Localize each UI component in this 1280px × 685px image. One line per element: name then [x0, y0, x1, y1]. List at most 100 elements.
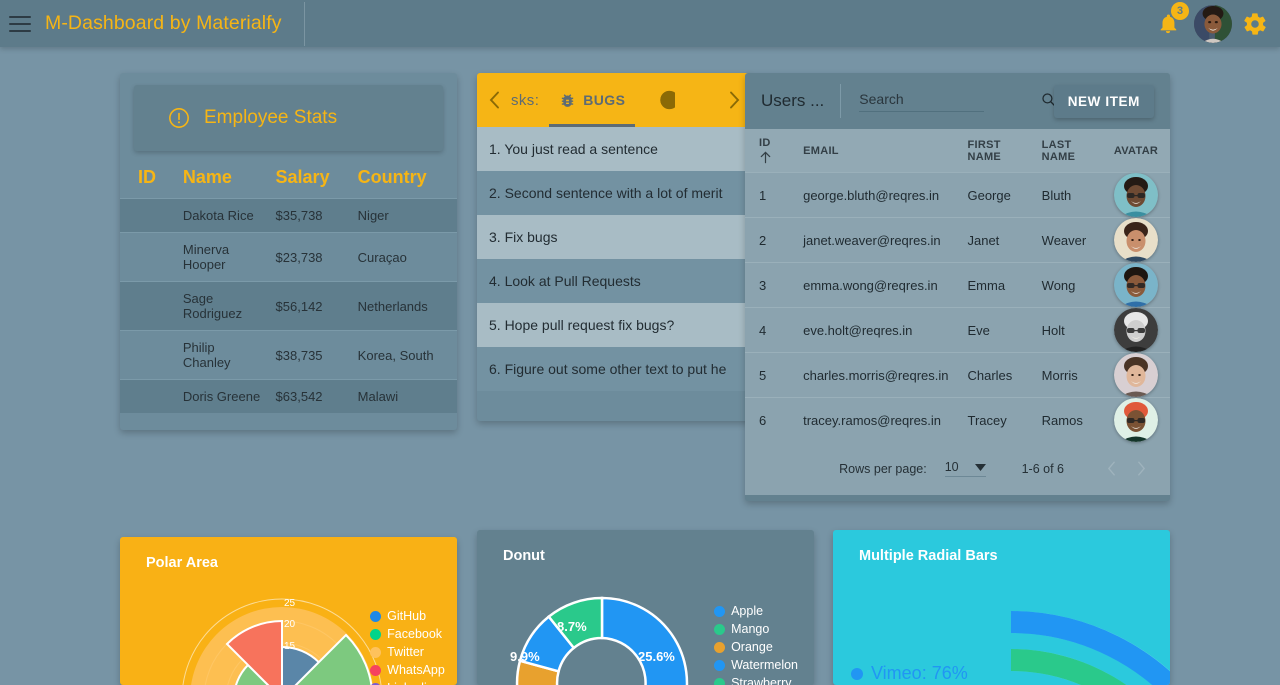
table-row[interactable]: Dakota Rice $35,738 Niger	[120, 198, 457, 233]
polar-legend-label: GitHub	[387, 609, 427, 623]
list-item[interactable]: 6. Figure out some other text to put he	[477, 347, 751, 391]
avatar-image	[1113, 173, 1158, 217]
avatar[interactable]	[1113, 353, 1158, 397]
legend-color-dot	[370, 646, 382, 658]
tab-tasks-label: sks:	[511, 91, 540, 109]
donut-label-watermelon: 9.9%	[510, 649, 540, 664]
user-cell-email: eve.holt@reqres.in	[791, 307, 962, 353]
polar-legend-label: Linkedin	[387, 681, 434, 685]
user-cell-first-name: Janet	[961, 217, 1036, 263]
tab-bugs[interactable]: BUGS	[549, 73, 636, 127]
employee-col-name[interactable]: Name	[177, 163, 270, 199]
donut-card: Donut 25.6% 23.8% 9.9% 8.7% Apple Mango Or…	[477, 530, 814, 685]
polar-legend-label: Facebook	[387, 627, 443, 641]
pagination-range: 1-6 of 6	[1021, 461, 1064, 476]
avatar-image	[1113, 353, 1158, 397]
polar-area-legend: GitHubFacebookTwitterWhatsAppLinkedinMes…	[370, 607, 449, 685]
avatar[interactable]	[1194, 4, 1232, 43]
table-row[interactable]: Doris Greene $63,542 Malawi	[120, 379, 457, 413]
table-row[interactable]: 3 emma.wong@reqres.in Emma Wong	[745, 262, 1170, 308]
donut-title: Donut	[503, 548, 545, 564]
employee-cell-salary: $38,735	[269, 330, 352, 380]
tab-partial[interactable]	[635, 73, 685, 127]
partial-circle-icon	[660, 90, 676, 110]
polar-legend-item[interactable]: WhatsApp	[370, 661, 449, 679]
gear-icon[interactable]	[1242, 11, 1268, 37]
table-row[interactable]: 2 janet.weaver@reqres.in Janet Weaver	[745, 217, 1170, 263]
rows-per-page-select[interactable]: 10	[944, 460, 986, 477]
bug-icon	[562, 93, 574, 107]
pagination-prev-button[interactable]	[1096, 454, 1126, 484]
users-card: Users ... NEW ITEM ID EMAIL FIRST NAME	[745, 73, 1170, 501]
employee-cell-id	[120, 281, 177, 331]
users-col-email[interactable]: EMAIL	[791, 129, 962, 173]
donut-legend-item[interactable]: Mango	[714, 620, 798, 638]
table-row[interactable]: 1 george.bluth@reqres.in George Bluth	[745, 172, 1170, 218]
employee-col-id[interactable]: ID	[120, 163, 177, 199]
bugs-tab-strip: sks: BUGS	[511, 73, 717, 127]
avatar[interactable]	[1113, 308, 1158, 352]
user-cell-id: 6	[745, 397, 792, 443]
users-col-id[interactable]: ID	[745, 129, 792, 173]
user-cell-avatar	[1107, 352, 1170, 398]
users-col-avatar[interactable]: AVATAR	[1107, 129, 1170, 173]
hamburger-icon[interactable]	[9, 15, 31, 32]
polar-legend-item[interactable]: Facebook	[370, 625, 449, 643]
employee-cell-name: Minerva Hooper	[176, 232, 270, 282]
list-item[interactable]: 2. Second sentence with a lot of merit	[477, 171, 751, 215]
pagination-next-button[interactable]	[1126, 454, 1156, 484]
user-cell-first-name: Charles	[961, 352, 1036, 398]
tab-tasks[interactable]: sks:	[511, 73, 549, 127]
avatar[interactable]	[1113, 398, 1158, 443]
employee-cell-salary: $63,542	[269, 379, 352, 413]
table-row[interactable]: Sage Rodriguez $56,142 Netherlands	[120, 281, 457, 331]
table-row[interactable]: Minerva Hooper $23,738 Curaçao	[120, 232, 457, 282]
users-col-first-name[interactable]: FIRST NAME	[961, 129, 1036, 173]
polar-legend-item[interactable]: Linkedin	[370, 679, 449, 685]
chevron-left-icon	[1107, 461, 1115, 476]
paginator: Rows per page: 10 1-6 of 6	[745, 442, 1170, 495]
legend-color-dot	[714, 677, 726, 685]
avatar[interactable]	[1113, 218, 1158, 262]
donut-legend-item[interactable]: Strawberry	[714, 674, 798, 685]
donut-plot: 25.6% 23.8% 9.9% 8.7%	[510, 596, 689, 685]
employee-cell-country: Curaçao	[351, 232, 457, 282]
user-cell-id: 2	[745, 217, 792, 263]
employee-col-country[interactable]: Country	[352, 163, 457, 199]
table-row[interactable]: 5 charles.morris@reqres.in Charles Morris	[745, 352, 1170, 398]
polar-legend-item[interactable]: Twitter	[370, 643, 449, 661]
donut-legend-label: Mango	[731, 622, 770, 636]
donut-legend-item[interactable]: Watermelon	[714, 656, 798, 674]
legend-color-dot	[370, 664, 382, 676]
radial-bars-chart: Vimeo: 76%Messenger: 67%Facebook: 61%	[833, 564, 1170, 685]
donut-legend-item[interactable]: Apple	[714, 602, 798, 620]
table-row[interactable]: 4 eve.holt@reqres.in Eve Holt	[745, 307, 1170, 353]
users-col-last-name[interactable]: LAST NAME	[1035, 129, 1108, 173]
search-input[interactable]	[859, 91, 1041, 107]
polar-legend-item[interactable]: GitHub	[370, 607, 449, 625]
polar-area-title: Polar Area	[146, 555, 218, 571]
list-item[interactable]: 5. Hope pull request fix bugs?	[477, 303, 751, 347]
employee-cell-id	[120, 330, 177, 380]
list-item[interactable]: 3. Fix bugs	[477, 215, 751, 259]
donut-label-strawberry: 8.7%	[557, 619, 587, 634]
search-field[interactable]	[859, 91, 1056, 112]
employee-col-salary[interactable]: Salary	[270, 163, 352, 199]
avatar[interactable]	[1113, 263, 1158, 307]
employee-cell-country: Netherlands	[351, 281, 457, 331]
radial-legend-item[interactable]: Vimeo: 76%	[851, 660, 1006, 685]
notifications-button[interactable]: 3	[1148, 1, 1189, 44]
list-item[interactable]: 4. Look at Pull Requests	[477, 259, 751, 303]
list-item[interactable]: 1. You just read a sentence	[477, 127, 751, 171]
donut-chart: 25.6% 23.8% 9.9% 8.7% Apple Mango Orange Wa…	[477, 564, 814, 685]
table-row[interactable]: 6 tracey.ramos@reqres.in Tracey Ramos	[745, 397, 1170, 443]
tab-scroll-prev-button[interactable]	[477, 91, 511, 109]
new-item-button[interactable]: NEW ITEM	[1053, 84, 1154, 118]
avatar[interactable]	[1113, 173, 1158, 217]
users-col-id-label: ID	[759, 137, 771, 149]
donut-label-apple: 25.6%	[638, 649, 675, 664]
donut-legend-item[interactable]: Orange	[714, 638, 798, 656]
table-row[interactable]: Philip Chanley $38,735 Korea, South	[120, 330, 457, 380]
polar-tick-20: 20	[284, 619, 296, 630]
user-cell-avatar	[1107, 262, 1170, 308]
